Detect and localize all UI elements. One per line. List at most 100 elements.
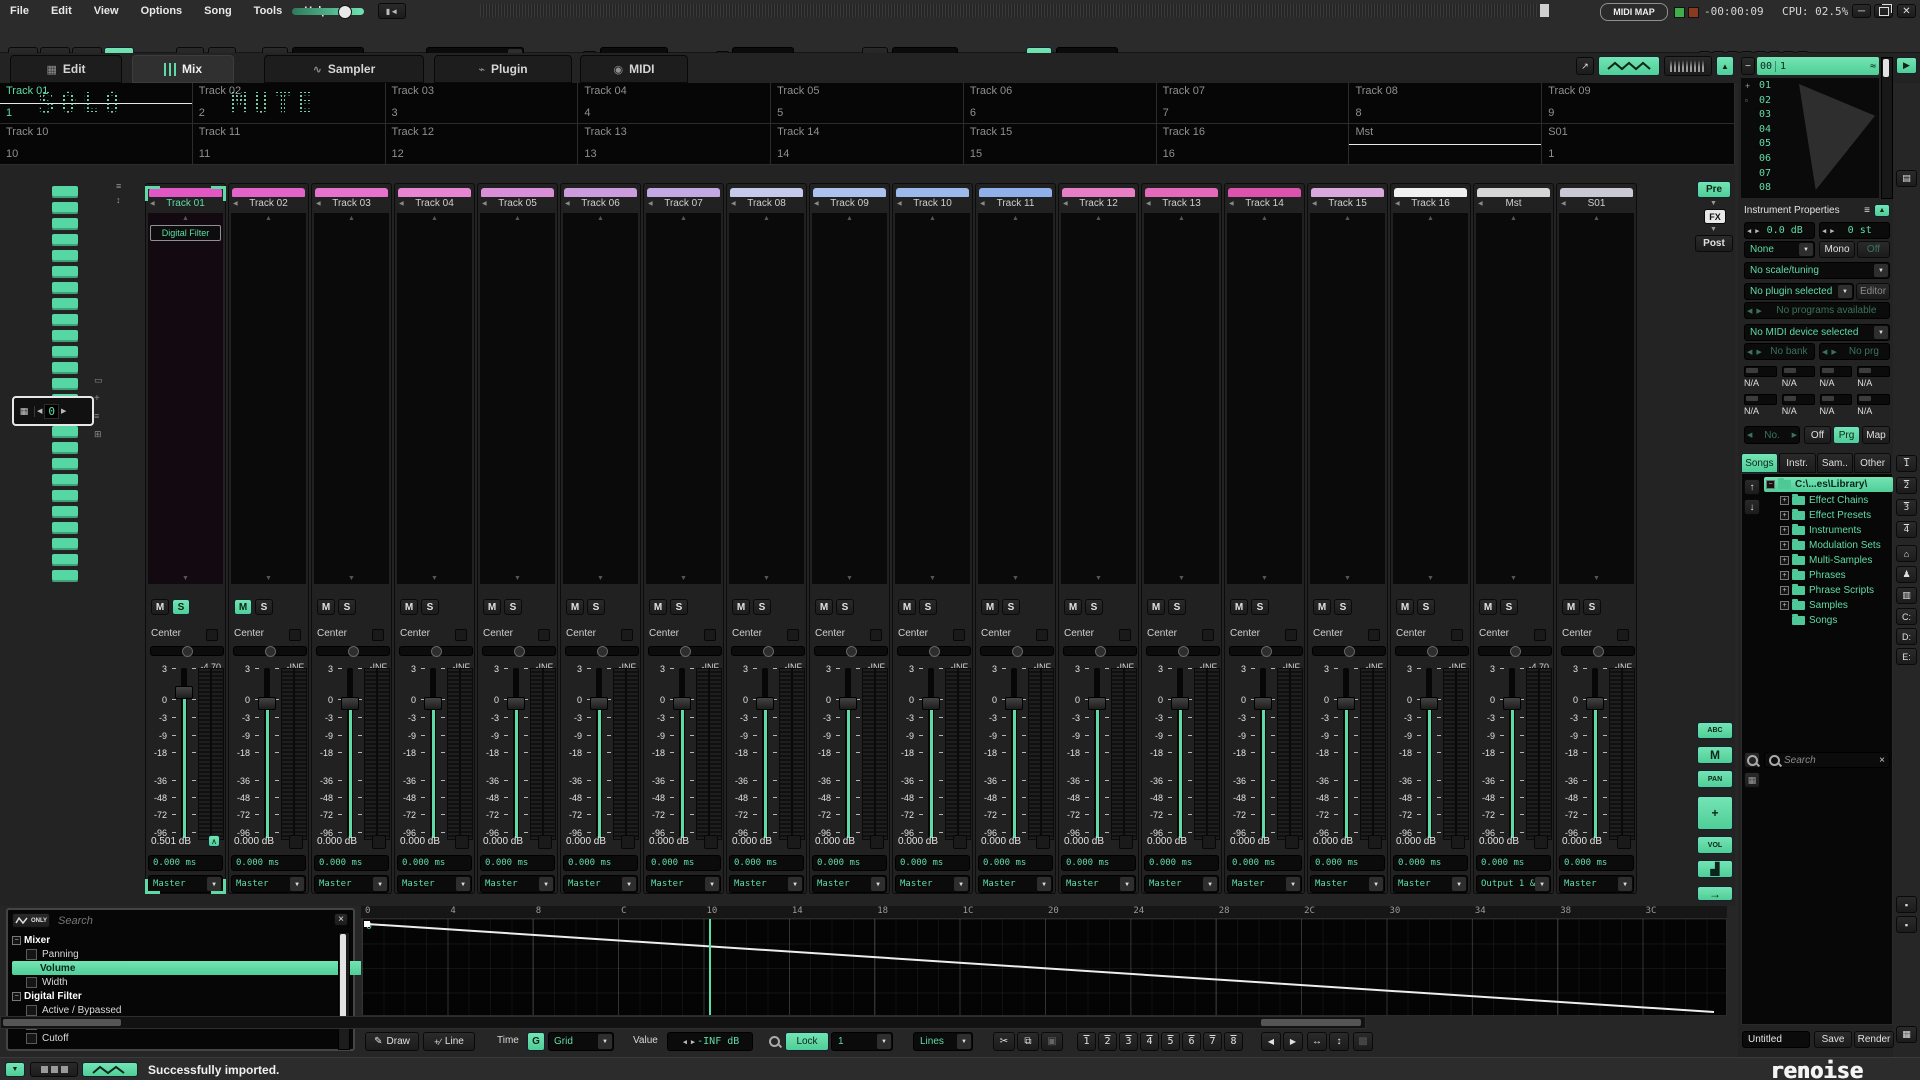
pan-slider[interactable] [482, 646, 556, 656]
midi-bank-field[interactable]: ◀▶No bank [1744, 343, 1815, 360]
sequence-slot[interactable] [52, 426, 78, 438]
solo-button[interactable]: S [1002, 599, 1020, 615]
pan-checkbox[interactable] [1036, 629, 1048, 641]
routing-dropdown-arrow[interactable]: ▼ [1369, 877, 1383, 891]
copy-button[interactable]: ⧉ [1017, 1032, 1039, 1051]
mute-button[interactable]: M [234, 599, 252, 615]
output-routing-select[interactable]: Master▼ [729, 875, 804, 893]
sequence-slot[interactable] [52, 234, 78, 246]
pan-slider[interactable] [1063, 646, 1137, 656]
scope-track-15[interactable]: Track 1515 [964, 124, 1157, 165]
instrument-slot-04[interactable]: 04 [1759, 124, 1771, 135]
output-routing-select[interactable]: Master▼ [1393, 875, 1468, 893]
automation-grid[interactable]: 0 [361, 918, 1727, 1016]
pan-slider[interactable] [897, 646, 971, 656]
sequence-slot[interactable] [52, 298, 78, 310]
seq-tool-list-icon[interactable]: ≡ [94, 411, 99, 421]
flip-horizontal-button[interactable]: ↔ [1307, 1032, 1327, 1051]
lines-select[interactable]: Lines▼ [913, 1032, 973, 1051]
routing-dropdown-arrow[interactable]: ▼ [539, 877, 553, 891]
drive-c-button[interactable]: C: [1896, 608, 1917, 625]
instrument-slot-08[interactable]: 08 [1759, 182, 1771, 193]
post-gain-checkbox[interactable] [538, 835, 552, 849]
group-collapse-icon[interactable]: − [12, 992, 21, 1001]
macro-slider-thumb[interactable] [1784, 368, 1796, 373]
pan-checkbox[interactable] [538, 629, 550, 641]
sequence-slot[interactable] [52, 330, 78, 342]
lane-scroll-up-icon[interactable]: ▲ [895, 215, 970, 222]
pan-checkbox[interactable] [787, 629, 799, 641]
mixer-strip-track-15[interactable]: ◀Track 15▲▼MSCenter-INF30-3-9-18-36-48-7… [1307, 183, 1388, 894]
param-group-mixer[interactable]: −Mixer [12, 933, 50, 947]
lane-scroll-up-icon[interactable]: ▲ [231, 215, 306, 222]
sequence-loop-icon[interactable]: ▦ [14, 406, 35, 417]
pan-thumb[interactable] [514, 646, 525, 657]
post-gain-checkbox[interactable] [455, 835, 469, 849]
pan-slider[interactable] [731, 646, 805, 656]
mute-button[interactable]: M [1313, 599, 1331, 615]
tab-mix[interactable]: Mix [132, 55, 234, 83]
pan-slider[interactable] [150, 646, 224, 656]
macro-slider[interactable] [1857, 394, 1890, 405]
lane-scroll-down-icon[interactable]: ▼ [1144, 575, 1219, 582]
cut-button[interactable]: ✂ [993, 1032, 1015, 1051]
fader-handle[interactable] [341, 697, 359, 710]
step-button-6[interactable]: 6 [1182, 1032, 1201, 1051]
scope-track-04[interactable]: Track 044 [578, 83, 771, 124]
folder-row-songs[interactable]: Songs [1780, 613, 1837, 628]
post-gain-checkbox[interactable] [1036, 835, 1050, 849]
spectrum-toggle[interactable] [1664, 56, 1712, 76]
fader-handle[interactable] [839, 697, 857, 710]
volume-view-toggle-button[interactable]: VOL [1697, 836, 1733, 854]
mute-button[interactable]: M [1064, 599, 1082, 615]
fader-handle[interactable] [1088, 697, 1106, 710]
fader-handle[interactable] [1503, 697, 1521, 710]
instrument-collapse-button[interactable]: − [1741, 57, 1755, 75]
scope-track-07[interactable]: Track 077 [1157, 83, 1350, 124]
folder-row-effect-presets[interactable]: +Effect Presets [1780, 508, 1871, 523]
fader-handle[interactable] [922, 697, 940, 710]
disk-tab-instr-[interactable]: Instr. [1779, 453, 1816, 473]
pan-thumb[interactable] [348, 646, 359, 657]
solo-button[interactable]: S [1251, 599, 1269, 615]
output-routing-select[interactable]: Master▼ [231, 875, 306, 893]
scale-select[interactable]: No scale/tuning▼ [1744, 262, 1890, 279]
plugin-select[interactable]: No plugin selected▼ [1744, 283, 1854, 300]
pan-slider[interactable] [980, 646, 1054, 656]
lane-scroll-up-icon[interactable]: ▲ [148, 215, 223, 222]
device-chip-digital-filter[interactable]: Digital Filter [150, 225, 221, 241]
solo-button[interactable]: S [1334, 599, 1352, 615]
mixer-strip-track-14[interactable]: ◀Track 14▲▼MSCenter-INF30-3-9-18-36-48-7… [1224, 183, 1305, 894]
scope-track-13[interactable]: Track 1313 [578, 124, 771, 165]
seq-tool-grid-icon[interactable]: ⊞ [94, 429, 102, 440]
mono-button[interactable]: Mono [1819, 241, 1855, 258]
sequence-slot[interactable] [52, 218, 78, 230]
slider-thumb[interactable] [338, 5, 352, 19]
solo-button[interactable]: S [587, 599, 605, 615]
midi-device-select[interactable]: No MIDI device selected▼ [1744, 324, 1890, 341]
mute-button[interactable]: M [1562, 599, 1580, 615]
pan-slider[interactable] [399, 646, 473, 656]
render-button[interactable]: Render [1854, 1031, 1894, 1048]
fader-handle[interactable] [424, 697, 442, 710]
track-delay-field[interactable]: 0.000 ms [895, 855, 970, 871]
sequence-slot[interactable] [52, 202, 78, 214]
expand-box-icon[interactable]: + [1780, 556, 1789, 565]
mute-button[interactable]: M [1479, 599, 1497, 615]
fader-handle[interactable] [1337, 697, 1355, 710]
sequence-slot[interactable] [52, 250, 78, 262]
preset-slot[interactable]: 1 [1896, 455, 1917, 472]
sequence-position-box[interactable]: ▦ ◀ 0 ▶ [12, 396, 94, 426]
mixer-strip-track-01[interactable]: ◀Track 01▲▼Digital FilterMSCenter-4.7030… [145, 183, 226, 894]
mixer-strip-track-02[interactable]: ◀Track 02▲▼MSCenter-INF30-3-9-18-36-48-7… [228, 183, 309, 894]
seq-options-icon[interactable]: ≡ [116, 181, 121, 191]
midi-activity-button[interactable]: ▮◄ [378, 3, 406, 19]
mixer-strip-track-03[interactable]: ◀Track 03▲▼MSCenter-INF30-3-9-18-36-48-7… [311, 183, 392, 894]
fader-handle[interactable] [756, 697, 774, 710]
marker-tool-button[interactable]: M [1697, 746, 1733, 764]
phrase-off-button[interactable]: Off [1804, 426, 1831, 444]
output-routing-select[interactable]: Master▼ [646, 875, 721, 893]
pattern-blocks-button[interactable] [30, 1062, 78, 1077]
plugin-program-field[interactable]: ◀▶No programs available [1744, 302, 1890, 319]
track-delay-field[interactable]: 0.000 ms [1227, 855, 1302, 871]
